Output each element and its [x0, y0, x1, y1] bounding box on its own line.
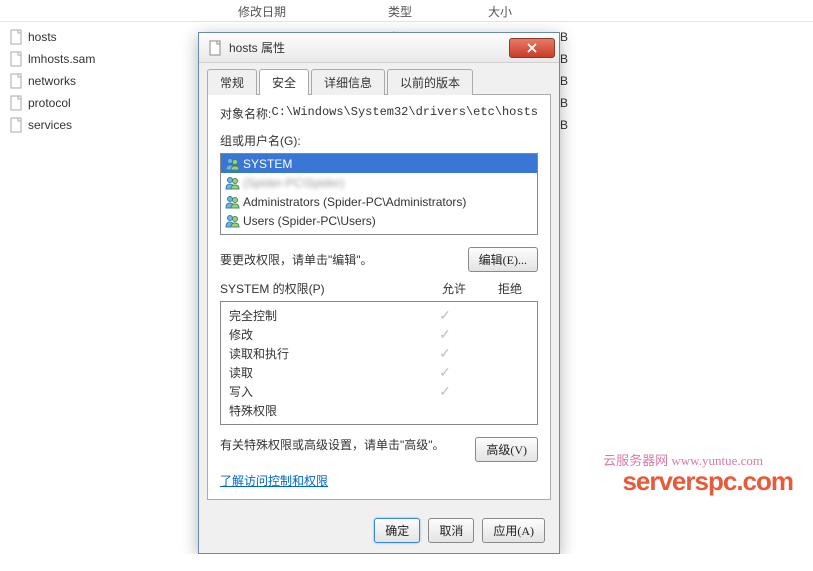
- apply-button[interactable]: 应用(A): [482, 518, 545, 543]
- tab-3[interactable]: 以前的版本: [387, 69, 473, 95]
- principal-name: Users (Spider-PC\Users): [243, 214, 376, 228]
- edit-hint: 要更改权限，请单击"编辑"。: [220, 251, 468, 268]
- allow-check: ✓: [417, 307, 473, 324]
- permission-name: 读取: [229, 364, 417, 381]
- col-date[interactable]: 修改日期: [230, 0, 380, 21]
- titlebar[interactable]: hosts 属性: [199, 33, 559, 63]
- ok-button[interactable]: 确定: [374, 518, 420, 543]
- dialog-buttons: 确定 取消 应用(A): [199, 508, 559, 553]
- advanced-hint: 有关特殊权限或高级设置，请单击"高级"。: [220, 437, 475, 454]
- principal-name: SYSTEM: [243, 157, 292, 171]
- security-tab-content: 对象名称: C:\Windows\System32\drivers\etc\ho…: [207, 94, 551, 500]
- document-icon: [8, 73, 24, 89]
- permission-row: 修改✓: [221, 325, 537, 344]
- close-button[interactable]: [509, 38, 555, 58]
- permission-row: 特殊权限: [221, 401, 537, 420]
- document-icon: [8, 117, 24, 133]
- allow-column: 允许: [426, 280, 482, 297]
- allow-check: ✓: [417, 345, 473, 362]
- cancel-button[interactable]: 取消: [428, 518, 474, 543]
- permission-name: 读取和执行: [229, 345, 417, 362]
- principal-list[interactable]: SYSTEM (Spider-PC\Spider) Administrators …: [220, 153, 538, 235]
- permission-row: 读取和执行✓: [221, 344, 537, 363]
- principal-row[interactable]: (Spider-PC\Spider): [221, 173, 537, 192]
- tab-2[interactable]: 详细信息: [311, 69, 385, 95]
- column-headers: 修改日期 类型 大小: [0, 0, 813, 22]
- principal-row[interactable]: Administrators (Spider-PC\Administrators…: [221, 192, 537, 211]
- tab-strip: 常规安全详细信息以前的版本: [199, 63, 559, 95]
- help-link[interactable]: 了解访问控制和权限: [220, 474, 328, 488]
- permission-name: 写入: [229, 383, 417, 400]
- tab-0[interactable]: 常规: [207, 69, 257, 95]
- permission-row: 读取✓: [221, 363, 537, 382]
- principal-name: (Spider-PC\Spider): [243, 176, 344, 190]
- document-icon: [207, 40, 223, 56]
- group-icon: [225, 176, 243, 190]
- permission-name: 特殊权限: [229, 402, 417, 419]
- permission-row: 写入✓: [221, 382, 537, 401]
- object-name-label: 对象名称:: [220, 105, 272, 122]
- close-icon: [527, 43, 537, 53]
- permission-name: 完全控制: [229, 307, 417, 324]
- permission-row: 完全控制✓: [221, 306, 537, 325]
- allow-check: ✓: [417, 326, 473, 343]
- deny-column: 拒绝: [482, 280, 538, 297]
- object-path: C:\Windows\System32\drivers\etc\hosts: [272, 105, 538, 122]
- tab-1[interactable]: 安全: [259, 69, 309, 95]
- document-icon: [8, 51, 24, 67]
- col-size[interactable]: 大小: [480, 0, 560, 21]
- principal-name: Administrators (Spider-PC\Administrators…: [243, 195, 466, 209]
- group-icon: [225, 195, 243, 209]
- allow-check: ✓: [417, 383, 473, 400]
- watermark: serverspc.com: [622, 466, 793, 497]
- col-type[interactable]: 类型: [380, 0, 480, 21]
- principal-row[interactable]: Users (Spider-PC\Users): [221, 211, 537, 230]
- group-icon: [225, 157, 243, 171]
- document-icon: [8, 29, 24, 45]
- properties-dialog: hosts 属性 常规安全详细信息以前的版本 对象名称: C:\Windows\…: [198, 32, 560, 554]
- dialog-title: hosts 属性: [229, 39, 509, 56]
- permissions-list: 完全控制✓修改✓读取和执行✓读取✓写入✓特殊权限: [220, 301, 538, 425]
- principal-row[interactable]: SYSTEM: [221, 154, 537, 173]
- document-icon: [8, 95, 24, 111]
- edit-button[interactable]: 编辑(E)...: [468, 247, 538, 272]
- group-label: 组或用户名(G):: [220, 132, 538, 149]
- group-icon: [225, 214, 243, 228]
- permissions-label: SYSTEM 的权限(P): [220, 280, 426, 297]
- permission-name: 修改: [229, 326, 417, 343]
- advanced-button[interactable]: 高级(V): [475, 437, 538, 462]
- allow-check: ✓: [417, 364, 473, 381]
